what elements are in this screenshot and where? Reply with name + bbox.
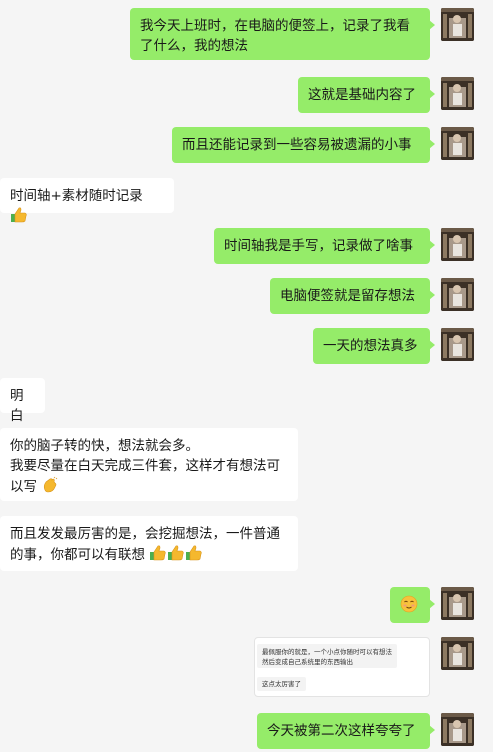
avatar[interactable] [441,278,474,311]
message-text: 时间轴我是手写，记录做了啥事 [224,238,413,254]
avatar-image [441,637,474,670]
quoted-reply: 这点太厉害了 [257,677,306,691]
message-text: 电脑便签就是留存想法 [280,288,415,304]
message-text-line: 我要尽量在白天完成三件套，这样才有想法可以写 [10,456,288,497]
sent-message-bubble[interactable]: 而且还能记录到一些容易被遗漏的小事 [172,127,435,163]
sent-image-card[interactable]: 最佩服你的就是，一个小点你随时可以有想法 然后变成自己系统里的东西输出 这点太厉… [254,637,430,697]
thumbs-up-icon [11,207,27,223]
avatar-image [441,127,474,160]
avatar[interactable] [441,127,474,160]
sent-message-bubble[interactable] [390,587,435,623]
avatar[interactable] [441,328,474,361]
message-text: 明白 [10,388,24,424]
avatar[interactable] [441,713,474,746]
message-text: 今天被第二次这样夸夸了 [267,723,416,739]
sent-message-bubble[interactable]: 这就是基础内容了 [298,77,435,113]
received-message-bubble[interactable]: 时间轴+素材随时记录 [0,178,174,223]
message-text: 我今天上班时，在电脑的便签上，记录了我看了什么，我的想法 [140,18,410,54]
quoted-text-line: 然后变成自己系统里的东西输出 [262,658,353,666]
sent-message-bubble[interactable]: 今天被第二次这样夸夸了 [257,713,435,749]
clap-icon [44,476,58,493]
sent-message-bubble[interactable]: 一天的想法真多 [313,328,435,364]
sent-message-bubble[interactable]: 时间轴我是手写，记录做了啥事 [214,228,435,264]
avatar-image [441,77,474,110]
sent-message-bubble[interactable]: 电脑便签就是留存想法 [270,278,435,314]
chat-window: 我今天上班时，在电脑的便签上，记录了我看了什么，我的想法 这就是基础内容了 而且… [0,0,493,752]
thumbs-up-icon [150,545,166,561]
avatar-image [441,713,474,746]
received-message-bubble[interactable]: 明白 [0,378,45,424]
avatar[interactable] [441,8,474,41]
received-message-bubble[interactable]: 而且发发最厉害的是，会挖掘想法，一件普通的事，你都可以有联想 [0,516,298,571]
avatar[interactable] [441,587,474,620]
avatar[interactable] [441,637,474,670]
avatar-image [441,278,474,311]
avatar-image [441,587,474,620]
message-text: 而且还能记录到一些容易被遗漏的小事 [182,137,412,153]
thumbs-up-icon [168,545,184,561]
avatar-image [441,328,474,361]
avatar[interactable] [441,228,474,261]
received-message-bubble[interactable]: 你的脑子转的快，想法就会多。 我要尽量在白天完成三件套，这样才有想法可以写 [0,428,298,501]
thumbs-up-icon [186,545,202,561]
message-text: 而且发发最厉害的是，会挖掘想法，一件普通的事，你都可以有联想 [10,526,280,563]
message-text: 时间轴+素材随时记录 [10,188,143,204]
sent-message-bubble[interactable]: 我今天上班时，在电脑的便签上，记录了我看了什么，我的想法 [130,8,435,60]
avatar-image [441,8,474,41]
message-text: 这就是基础内容了 [308,87,416,103]
message-text-line: 你的脑子转的快，想法就会多。 [10,438,199,454]
avatar-image [441,228,474,261]
quoted-text-line: 最佩服你的就是，一个小点你随时可以有想法 [262,648,392,656]
smiling-face-icon [400,595,418,613]
avatar[interactable] [441,77,474,110]
quoted-message: 最佩服你的就是，一个小点你随时可以有想法 然后变成自己系统里的东西输出 [257,644,397,668]
message-text: 一天的想法真多 [323,338,418,354]
